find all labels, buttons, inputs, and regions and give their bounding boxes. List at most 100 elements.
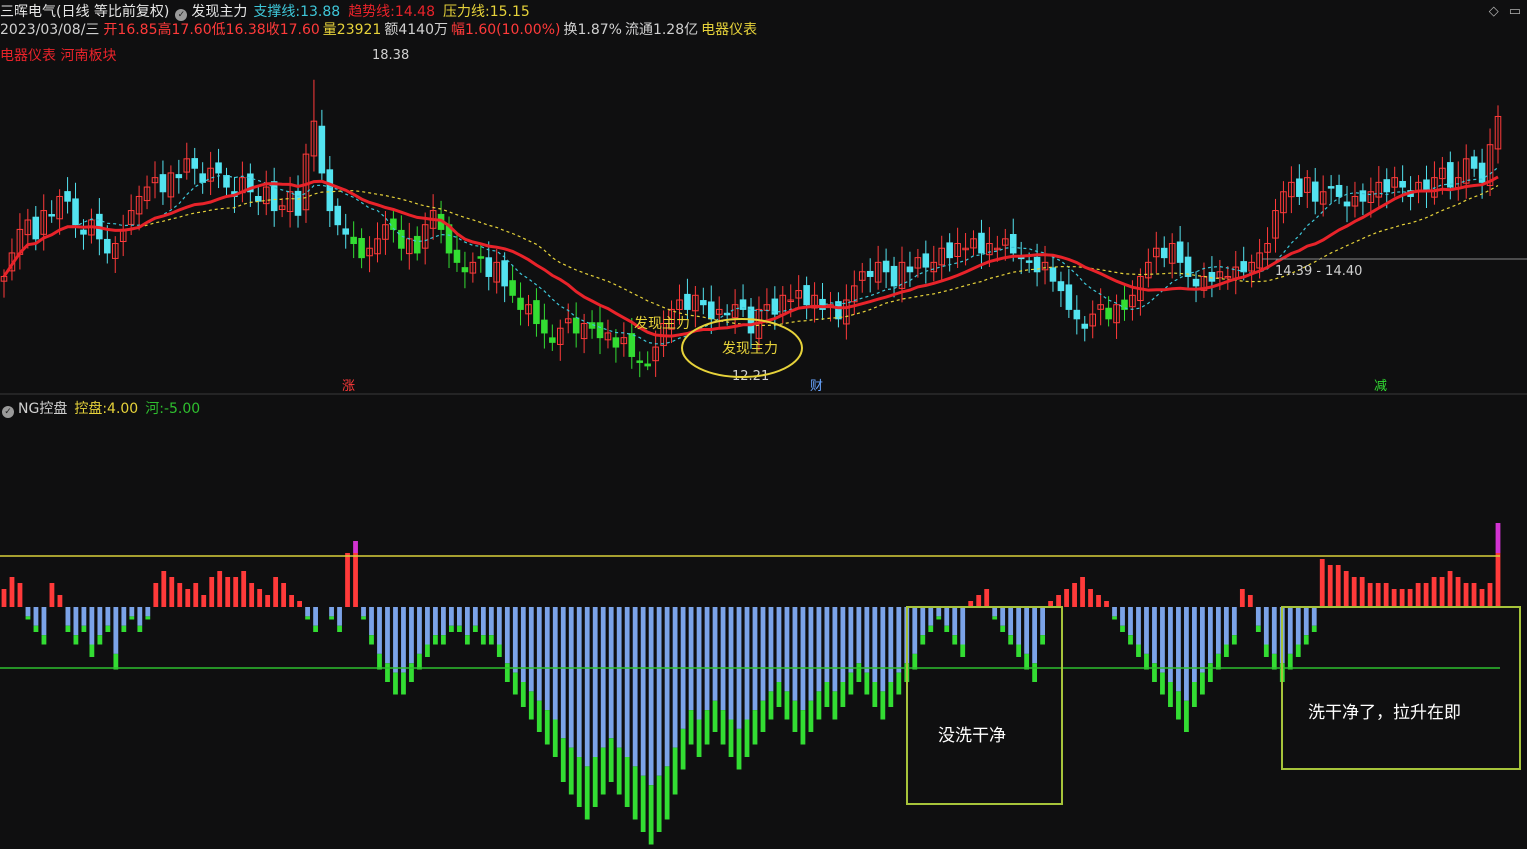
ng-bar-negative <box>305 607 310 617</box>
ng-bar-tail <box>560 738 566 782</box>
candle-body <box>1105 307 1112 320</box>
ng-bar-tail <box>449 625 454 632</box>
candle-body <box>318 125 326 174</box>
candle-body <box>1160 247 1168 259</box>
candle-body <box>350 236 357 245</box>
ng-bar-tail <box>121 625 127 632</box>
candle-body <box>628 333 636 357</box>
candle-body <box>1025 260 1033 263</box>
candle-body <box>199 173 206 183</box>
candle-body <box>890 265 898 287</box>
ng-bar-tail <box>41 635 47 645</box>
event-tag-zhang[interactable]: 涨 <box>342 379 355 394</box>
ng-bar-negative <box>552 607 558 720</box>
ng-bar-strong <box>1495 523 1501 553</box>
ng-bar-positive <box>1407 589 1413 607</box>
ng-bar-negative <box>480 607 486 636</box>
ng-bar-negative <box>656 607 662 776</box>
ng-bar-tail <box>496 644 502 657</box>
ng-bar-negative <box>377 607 382 654</box>
ng-bar-negative <box>600 607 606 748</box>
ng-bar-tail <box>568 747 574 795</box>
candle-body <box>1057 281 1065 292</box>
ng-bar-negative <box>1287 607 1293 654</box>
ng-bar-positive <box>1479 589 1485 607</box>
ng-bar-tail <box>145 616 151 620</box>
ng-bar-tail <box>1311 625 1317 632</box>
ng-bar-negative <box>1271 607 1277 654</box>
candle-body <box>882 260 890 273</box>
ng-bar-positive <box>201 595 207 607</box>
ng-bar-negative <box>449 607 454 626</box>
ng-bar-tail <box>1231 635 1237 645</box>
ng-bar-tail <box>113 653 119 670</box>
candle-body <box>191 158 199 169</box>
ng-bar-tail <box>1160 672 1165 695</box>
ng-bar-negative <box>848 607 854 673</box>
ng-bar-tail <box>768 691 774 720</box>
candle-body <box>80 229 87 235</box>
ng-bar-negative <box>441 607 446 636</box>
ng-bar-negative <box>864 607 870 673</box>
ng-bar-negative <box>1120 607 1125 626</box>
ng-bar-tail <box>840 682 846 707</box>
ng-bar-positive <box>1359 577 1365 607</box>
candle-body <box>1296 178 1303 197</box>
signal-label-1: 发现主力 <box>634 316 690 332</box>
ng-bar-positive <box>289 595 295 607</box>
ng-bar-negative <box>808 607 814 701</box>
event-tag-cai[interactable]: 财 <box>810 379 823 394</box>
candle-body <box>326 169 334 212</box>
ng-bar-positive <box>217 571 223 607</box>
ng-bar-positive <box>161 571 167 607</box>
ng-bar-positive <box>1423 583 1429 607</box>
ng-bar-tail <box>792 700 798 732</box>
ng-bar-positive <box>185 589 191 607</box>
ng-bar-negative <box>1184 607 1189 701</box>
ng-bar-tail <box>1295 644 1301 657</box>
candle-body <box>1383 179 1391 193</box>
ng-bar-negative <box>944 607 950 626</box>
ng-bar-negative <box>696 607 702 720</box>
ng-bar-positive <box>9 577 15 607</box>
ng-bar-positive <box>233 577 239 607</box>
ng-bar-tail <box>816 691 822 720</box>
ng-bar-negative <box>73 607 79 636</box>
candle-body <box>270 181 278 212</box>
ng-bar-negative <box>912 607 918 654</box>
ng-bar-negative <box>496 607 502 645</box>
ng-bar-tail <box>752 710 758 745</box>
ng-bar-negative <box>464 607 470 636</box>
ng-bar-tail <box>624 757 630 807</box>
ng-bar-negative <box>504 607 510 664</box>
event-tag-jian[interactable]: 减 <box>1374 379 1387 394</box>
ng-bar-negative <box>488 607 494 636</box>
ng-bar-tail <box>1287 653 1293 670</box>
ng-bar-tail <box>1000 625 1006 632</box>
candle-body <box>501 260 508 287</box>
ng-bar-strong <box>353 541 358 553</box>
ng-bar-tail <box>488 635 494 645</box>
ng-bar-positive <box>1088 589 1093 607</box>
ng-bar-negative <box>920 607 926 636</box>
ng-bar-positive <box>984 589 990 607</box>
ng-bar-negative <box>81 607 87 626</box>
ng-bar-negative <box>1040 607 1046 636</box>
candle-body <box>1470 156 1478 169</box>
ng-bar-tail <box>313 625 318 632</box>
ng-bar-negative <box>760 607 766 701</box>
candle-body <box>1009 234 1017 254</box>
ng-bar-tail <box>1215 653 1221 670</box>
ng-bar-negative <box>744 607 750 720</box>
ng-bar-tail <box>640 775 646 832</box>
ng-bar-negative <box>624 607 630 757</box>
ng-bar-tail <box>1024 653 1030 670</box>
candle-body <box>342 228 349 235</box>
ng-bar-tail <box>401 672 406 695</box>
ng-bar-tail <box>89 644 95 657</box>
chart-canvas[interactable]: 18.38 12.21 14.39 - 14.40 发现主力 发现主力 涨 财 … <box>0 0 1527 849</box>
ng-bar-positive <box>1319 559 1325 607</box>
ng-bar-negative <box>337 607 342 626</box>
ng-bar-positive <box>1439 577 1445 607</box>
box-not-clean-text: 没洗干净 <box>938 726 1006 746</box>
